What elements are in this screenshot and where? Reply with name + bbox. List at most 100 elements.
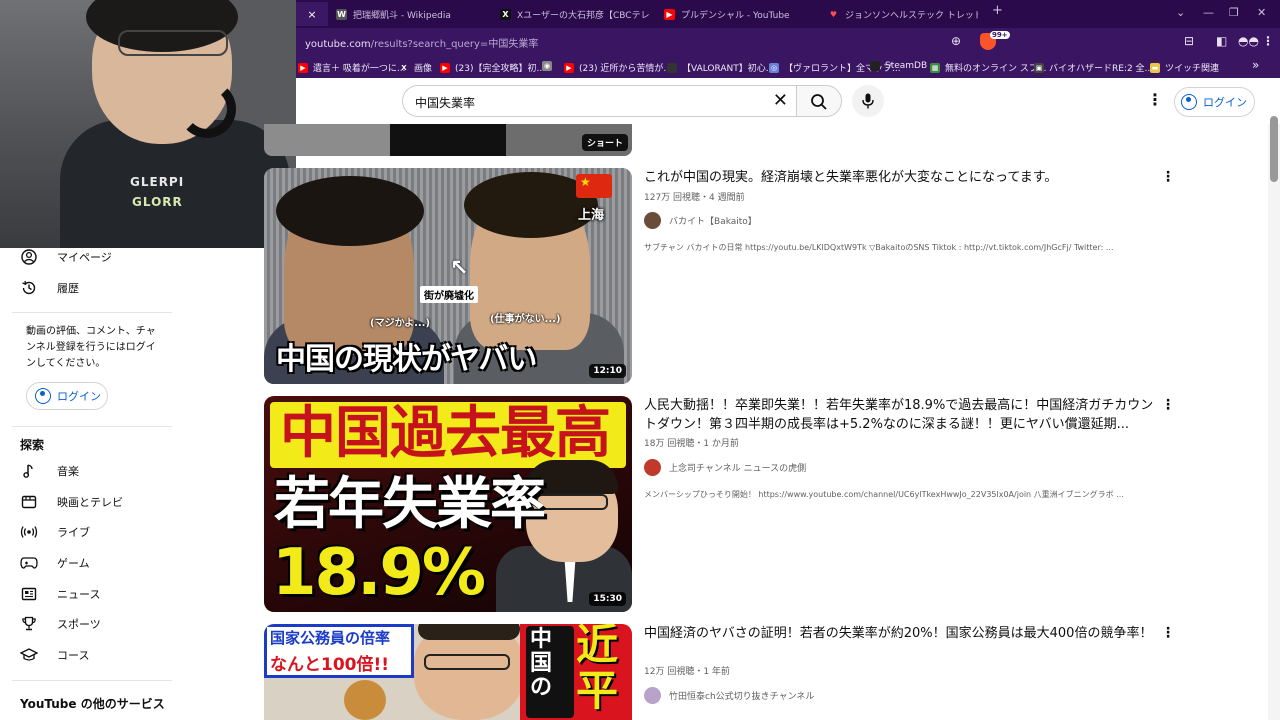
bookmark-label: (23)【完全攻略】初... [455, 64, 546, 74]
sidebar-item-label: マイページ [57, 251, 112, 264]
more-actions-icon[interactable]: ⋮ [1161, 170, 1175, 184]
video-result[interactable]: 上海 ↖ 街が廃墟化 (マジかよ...) (仕事がない...) 中国の現状がヤバ… [264, 168, 1268, 384]
new-tab-button[interactable]: + [992, 3, 1003, 18]
settings-menu-icon[interactable]: ⋮ [1147, 92, 1163, 108]
video-result[interactable]: 中国過去最高 若年失業率 18.9% 15:30 人民大動揺！！卒業即失業！！若… [264, 396, 1268, 612]
video-result[interactable]: 国家公務員の倍率 なんと100倍!! 中国の 近平 中国経済のヤバさの証明！若者… [264, 624, 1268, 720]
sidebar-item-mypage[interactable]: マイページ [20, 246, 112, 268]
sidebar-item-movies[interactable]: 映画とテレビ [20, 491, 123, 513]
more-actions-icon[interactable]: ⋮ [1161, 398, 1175, 412]
thumbnail-text: なんと100倍!! [270, 655, 389, 675]
thumbnail-text: 国家公務員の倍率 [270, 629, 391, 647]
game-icon: ▣ [1034, 62, 1044, 73]
sidebar-item-live[interactable]: ライブ [20, 521, 90, 543]
thumbnail-figure [344, 680, 386, 720]
address-bar: youtube.com/results?search_query=中国失業率 ⊕… [296, 28, 1280, 56]
search-button[interactable] [796, 85, 842, 117]
channel-name: 上念司チャンネル ニュースの虎側 [669, 464, 807, 474]
user-icon [35, 388, 51, 404]
thumbnail-text: 若年失業率 [274, 472, 546, 537]
tab-x-user[interactable]: X Xユーザーの大石邦彦【CBCテレビ解説委 [500, 2, 650, 26]
course-icon [20, 646, 38, 664]
menu-icon[interactable]: ⋮ [1262, 34, 1274, 48]
sidebar-toggle-icon[interactable]: ⊟ [1184, 34, 1194, 48]
tab-active[interactable]: × [296, 2, 328, 26]
sidebar-item-label: スポーツ [57, 618, 101, 631]
bookmark-item[interactable]: X 画像 [399, 61, 432, 75]
video-title[interactable]: 中国経済のヤバさの証明！若者の失業率が約20%！国家公務員は最大400倍の競争率… [644, 624, 1156, 643]
tab-wikipedia[interactable]: W 把瑞郷凱斗 - Wikipedia [336, 2, 486, 26]
more-actions-icon[interactable]: ⋮ [1161, 626, 1175, 640]
bookmark-item[interactable]: ▶ (23)【完全攻略】初... [440, 61, 545, 74]
minimize-button[interactable]: — [1203, 6, 1214, 19]
scrollbar-thumb[interactable] [1270, 116, 1278, 182]
close-window-button[interactable]: ✕ [1257, 6, 1266, 19]
sidebar-item-games[interactable]: ゲーム [20, 552, 90, 574]
user-icon [20, 248, 38, 266]
voice-search-button[interactable] [852, 85, 884, 117]
folder-icon: ▬ [1150, 62, 1160, 73]
sidebar-login-button[interactable]: ログイン [26, 382, 108, 410]
thumbnail-text: (マジかよ...) [370, 318, 431, 329]
arrow-up-icon: ↖ [450, 256, 469, 281]
video-title[interactable]: 人民大動揺！！卒業即失業！！若年失業率が18.9%で過去最高に！中国経済ガチカウ… [644, 396, 1156, 434]
thumbnail-text: 中国過去最高 [280, 401, 611, 466]
bookmark-item[interactable]: ◉ [542, 61, 557, 71]
x-icon: X [500, 8, 511, 20]
sidebar-item-music[interactable]: 音楽 [20, 460, 79, 482]
sidebar-item-news[interactable]: ニュース [20, 583, 100, 605]
close-tab-icon[interactable]: × [307, 8, 316, 21]
sidebar-item-courses[interactable]: コース [20, 644, 89, 666]
thumbnail-glasses [536, 494, 608, 510]
search-icon [811, 94, 827, 110]
channel-link[interactable]: バカイト【Bakaito】 [644, 212, 757, 229]
thumbnail-text: 上海 [578, 208, 605, 223]
bookmark-folder[interactable]: ▬ ツイッチ関連 [1150, 61, 1219, 74]
tab-title: 把瑞郷凱斗 - Wikipedia [353, 10, 451, 21]
shorts-frame [390, 124, 506, 156]
shorts-thumbnail[interactable]: ショート [264, 124, 632, 156]
thumbnail-text: 中国の [530, 627, 553, 700]
maximize-button[interactable]: ❐ [1229, 6, 1239, 19]
news-icon [20, 585, 38, 603]
split-view-icon[interactable]: ◧ [1216, 34, 1227, 48]
bookmark-item[interactable]: SteamDB [870, 61, 927, 71]
search-query: 中国失業率 [415, 96, 476, 110]
video-duration: 12:10 [589, 364, 626, 378]
bookmark-item[interactable]: ▣ バイオハザードRE:2 全... [1034, 61, 1153, 74]
bookmark-label: バイオハザードRE:2 全... [1049, 64, 1154, 74]
sidebar-item-history[interactable]: 履歴 [20, 277, 79, 299]
video-title[interactable]: これが中国の現実。経済崩壊と失業率悪化が大変なことになってます。 [644, 168, 1156, 187]
video-meta: 127万 回視聴・4 週間前 [644, 193, 745, 203]
webcam-glasses [118, 30, 228, 56]
tab-list-icon[interactable]: ⌄ [1176, 6, 1185, 19]
zoom-icon[interactable]: ⊕ [951, 34, 961, 48]
bookmarks-more-icon[interactable]: » [1252, 58, 1259, 72]
steam-icon [870, 61, 880, 71]
tab-title: ジョンソンヘルステック トレッドミル 業務用 [845, 10, 978, 21]
bookmark-item[interactable]: ▶ 遺言＋ 吸着が一つに... [298, 61, 405, 74]
channel-link[interactable]: 竹田恒泰ch公式切り抜きチャンネル [644, 687, 814, 704]
bookmark-label: 無料のオンライン スプ... [945, 64, 1047, 74]
video-thumbnail[interactable]: 上海 ↖ 街が廃墟化 (マジかよ...) (仕事がない...) 中国の現状がヤバ… [264, 168, 632, 384]
url-field[interactable]: youtube.com/results?search_query=中国失業率 [305, 35, 538, 50]
glasses-icon[interactable]: ◓◓ [1238, 34, 1259, 48]
channel-link[interactable]: 上念司チャンネル ニュースの虎側 [644, 459, 806, 476]
channel-avatar [644, 687, 661, 704]
scrollbar[interactable] [1268, 124, 1280, 720]
video-thumbnail[interactable]: 国家公務員の倍率 なんと100倍!! 中国の 近平 [264, 624, 632, 720]
tab-youtube-prudential[interactable]: ▶ プルデンシャル - YouTube [664, 2, 814, 26]
bookmark-item[interactable]: ▦ 無料のオンライン スプ... [930, 61, 1046, 74]
shirt-print: GLORR [132, 195, 183, 209]
clear-search-icon[interactable]: ✕ [773, 90, 788, 112]
bookmark-item[interactable]: 【VALORANT】初心... [667, 61, 774, 74]
tab-treadmill[interactable]: ♥ ジョンソンヘルステック トレッドミル 業務用 [828, 2, 978, 26]
sidebar-item-sports[interactable]: スポーツ [20, 613, 101, 635]
explore-heading: 探索 [20, 438, 45, 452]
bookmark-item[interactable]: ▶ (23) 近所から苦情が... [564, 61, 672, 74]
thumbnail-hair [418, 624, 520, 640]
search-input[interactable]: 中国失業率 ✕ [402, 85, 796, 117]
trophy-icon [20, 615, 38, 633]
login-button[interactable]: ログイン [1174, 87, 1255, 117]
video-thumbnail[interactable]: 中国過去最高 若年失業率 18.9% 15:30 [264, 396, 632, 612]
